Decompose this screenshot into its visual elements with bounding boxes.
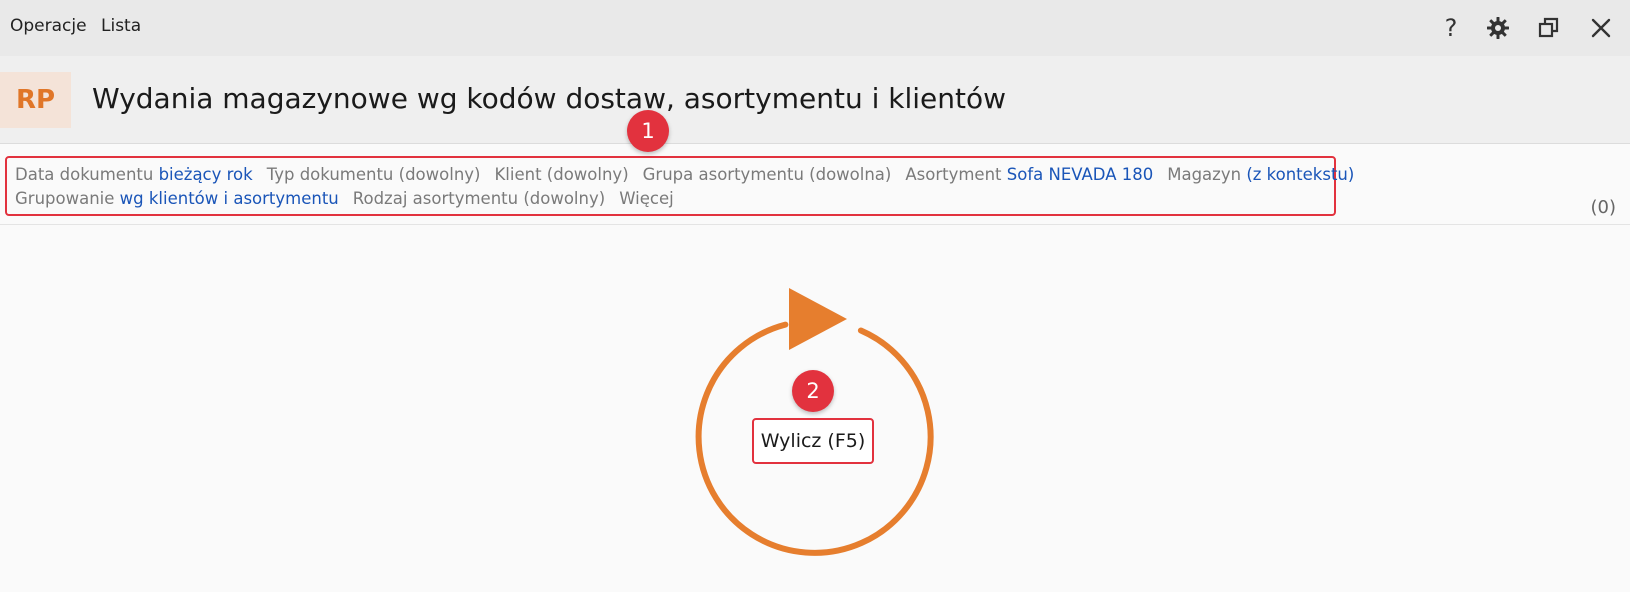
annotation-marker-1: 1 <box>627 110 669 152</box>
page-title: Wydania magazynowe wg kodów dostaw, asor… <box>92 82 1007 115</box>
help-button[interactable]: ? <box>1434 12 1468 44</box>
filter-typ-dokumentu[interactable]: Typ dokumentu (dowolny) <box>267 165 481 184</box>
gear-icon <box>1487 17 1509 39</box>
filter-asortyment[interactable]: Asortyment Sofa NEVADA 180 <box>905 165 1153 184</box>
filter-grupa-asortymentu[interactable]: Grupa asortymentu (dowolna) <box>643 165 892 184</box>
filter-data-dokumentu[interactable]: Data dokumentu bieżący rok <box>15 165 253 184</box>
report-header: RP Wydania magazynowe wg kodów dostaw, a… <box>0 56 1630 144</box>
report-badge: RP <box>0 72 71 128</box>
menu-item-lista[interactable]: Lista <box>101 16 141 36</box>
filter-rodzaj-asortymentu[interactable]: Rodzaj asortymentu (dowolny) <box>353 189 605 208</box>
divider <box>0 224 1630 225</box>
close-button[interactable] <box>1584 12 1618 44</box>
restore-button[interactable] <box>1532 12 1566 44</box>
help-icon: ? <box>1444 14 1458 42</box>
menu-bar: Operacje Lista ? <box>0 0 1630 56</box>
filter-klient[interactable]: Klient (dowolny) <box>494 165 628 184</box>
filter-panel: Data dokumentu bieżący rok Typ dokumentu … <box>5 156 1354 216</box>
filter-row-2: Grupowanie wg klientów i asortymentu Rodz… <box>15 189 674 208</box>
filter-grupowanie[interactable]: Grupowanie wg klientów i asortymentu <box>15 189 339 208</box>
settings-button[interactable] <box>1481 12 1515 44</box>
annotation-marker-2: 2 <box>792 370 834 412</box>
calculate-button[interactable]: Wylicz (F5) <box>752 418 874 464</box>
close-icon <box>1591 18 1611 38</box>
menu-item-operacje[interactable]: Operacje <box>10 16 87 36</box>
result-count: (0) <box>1590 197 1617 218</box>
filter-wiecej[interactable]: Więcej <box>619 189 674 208</box>
filter-row-1: Data dokumentu bieżący rok Typ dokumentu … <box>15 165 1354 184</box>
filter-magazyn[interactable]: Magazyn (z kontekstu) <box>1167 165 1354 184</box>
restore-icon <box>1538 17 1559 38</box>
